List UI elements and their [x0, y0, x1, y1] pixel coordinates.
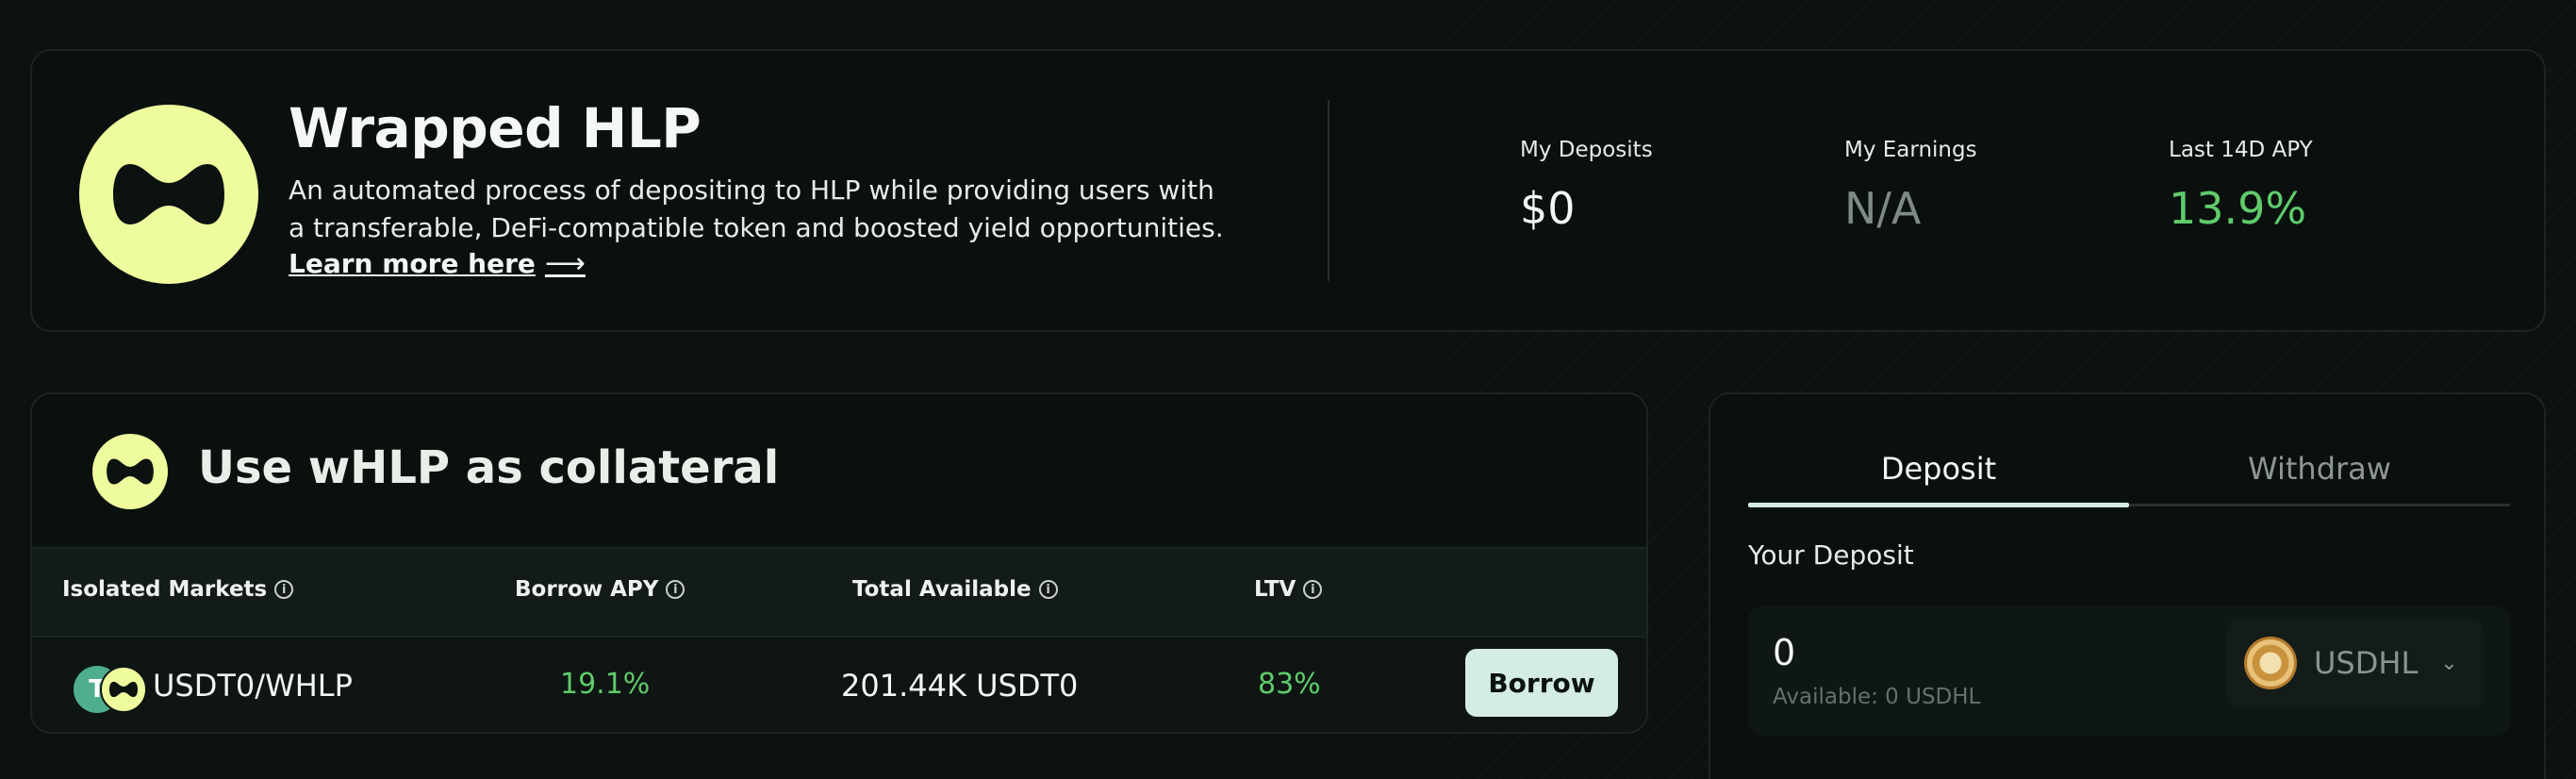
your-deposit-label: Your Deposit: [1748, 539, 1914, 571]
collateral-header: Use wHLP as collateral: [32, 394, 1646, 545]
stat-my-earnings: My Earnings N/A: [1844, 138, 1977, 234]
deposit-amount-input[interactable]: 0: [1773, 632, 1795, 673]
column-label: Borrow APY: [515, 577, 659, 602]
stat-value: N/A: [1844, 183, 1922, 234]
stat-label: My Deposits: [1520, 138, 1653, 162]
divider: [1328, 100, 1329, 281]
total-available-value: 201.44K USDT0: [841, 668, 1079, 704]
stat-my-deposits: My Deposits $0: [1520, 138, 1653, 234]
hero-description: An automated process of depositing to HL…: [289, 174, 1224, 243]
column-header-ltv: LTV i: [1254, 577, 1323, 602]
column-header-borrow-apy: Borrow APY i: [515, 577, 685, 602]
chevron-down-icon: ⌄: [2440, 651, 2458, 675]
learn-more-label: Learn more here: [289, 248, 536, 279]
tab-withdraw[interactable]: Withdraw: [2129, 451, 2510, 487]
whlp-logo-icon: [92, 434, 168, 509]
stat-value: 13.9%: [2169, 183, 2307, 234]
market-pair: USDT0/WHLP: [153, 668, 353, 704]
column-header-isolated-markets: Isolated Markets i: [62, 577, 294, 602]
deposit-input-box: 0 Available: 0 USDHL USDHL ⌄: [1748, 605, 2510, 736]
wrapped-hlp-overview-card: Wrapped HLP An automated process of depo…: [30, 49, 2546, 332]
collateral-title: Use wHLP as collateral: [198, 441, 780, 494]
tab-deposit[interactable]: Deposit: [1748, 451, 2129, 487]
info-icon[interactable]: i: [274, 580, 294, 599]
token-selector[interactable]: USDHL ⌄: [2227, 619, 2484, 707]
token-name: USDHL: [2314, 645, 2419, 681]
pair-icons: T: [74, 666, 153, 713]
column-label: Total Available: [852, 577, 1032, 602]
stat-last-14d-apy: Last 14D APY 13.9%: [2169, 138, 2313, 234]
ltv-value: 83%: [1258, 668, 1321, 701]
info-icon[interactable]: i: [1303, 580, 1323, 599]
stat-value: $0: [1520, 183, 1576, 234]
usdhl-icon: [2244, 637, 2297, 689]
column-label: LTV: [1254, 577, 1296, 602]
table-header: Isolated Markets i Borrow APY i Total Av…: [32, 547, 1646, 638]
available-balance: Available: 0 USDHL: [1773, 685, 1981, 709]
borrow-button[interactable]: Borrow: [1465, 649, 1618, 717]
learn-more-link[interactable]: Learn more here ⟶: [289, 247, 586, 280]
page-title: Wrapped HLP: [289, 96, 702, 160]
column-header-total-available: Total Available i: [852, 577, 1058, 602]
table-row: T USDT0/WHLP 19.1% 201.44K USDT0 83% Bor…: [32, 638, 1646, 732]
info-icon[interactable]: i: [666, 580, 685, 599]
whlp-logo-icon: [100, 666, 147, 713]
deposit-withdraw-panel: Deposit Withdraw Your Deposit 0 Availabl…: [1709, 392, 2546, 779]
stat-label: My Earnings: [1844, 138, 1977, 162]
info-icon[interactable]: i: [1038, 580, 1058, 599]
stat-label: Last 14D APY: [2169, 138, 2313, 162]
borrow-apy-value: 19.1%: [560, 668, 651, 701]
column-label: Isolated Markets: [62, 577, 268, 602]
whlp-logo-icon: [79, 105, 258, 284]
arrow-right-icon: ⟶: [544, 247, 586, 280]
tab-underline-active: [1748, 503, 2129, 507]
collateral-markets-card: Use wHLP as collateral Isolated Markets …: [30, 392, 1648, 734]
